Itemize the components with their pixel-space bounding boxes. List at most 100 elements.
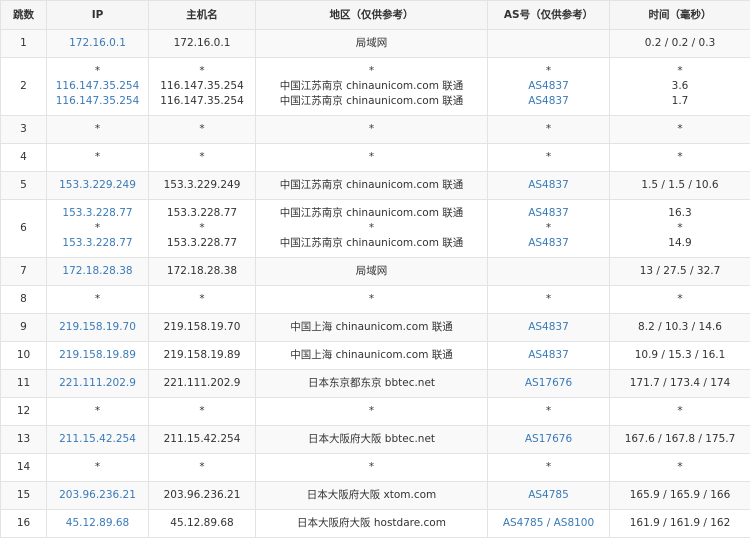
table-row: 15203.96.236.21203.96.236.21日本大阪府大阪 xtom… [1,482,750,510]
hop-number: 1 [1,36,46,51]
cell-host: *116.147.35.254116.147.35.254 [149,58,256,116]
as-value[interactable]: AS4837 [488,348,609,363]
region-value: * [256,292,487,307]
time-value: * [610,150,750,165]
ip-value[interactable]: 211.15.42.254 [47,432,148,447]
cell-host: * [149,144,256,172]
ip-value: * [47,150,148,165]
ip-value[interactable]: 153.3.228.77 [47,206,148,221]
ip-value[interactable]: 203.96.236.21 [47,488,148,503]
cell-host: 172.16.0.1 [149,30,256,58]
hop-number: 8 [1,292,46,307]
table-header-row: 跳数 IP 主机名 地区（仅供参考） AS号（仅供参考） 时间（毫秒） [1,1,750,30]
region-value: 日本大阪府大阪 xtom.com [256,488,487,503]
cell-as: AS4837 [488,342,610,370]
cell-host: 203.96.236.21 [149,482,256,510]
ip-value[interactable]: 45.12.89.68 [47,516,148,531]
cell-time: * [610,454,750,482]
cell-as: * [488,398,610,426]
region-value: 局域网 [256,36,487,51]
ip-value: * [47,460,148,475]
as-value[interactable]: AS4837 [488,94,609,109]
cell-time: 171.7 / 173.4 / 174 [610,370,750,398]
region-value: 中国上海 chinaunicom.com 联通 [256,320,487,335]
host-value: * [149,292,255,307]
cell-as: *AS4837AS4837 [488,58,610,116]
ip-value[interactable]: 116.147.35.254 [47,94,148,109]
cell-ip: 221.111.202.9 [47,370,149,398]
region-value: 中国上海 chinaunicom.com 联通 [256,348,487,363]
host-value: * [149,64,255,79]
cell-host: 45.12.89.68 [149,510,256,538]
region-value: * [256,64,487,79]
host-value: 203.96.236.21 [149,488,255,503]
cell-ip: 219.158.19.89 [47,342,149,370]
region-value: 中国江苏南京 chinaunicom.com 联通 [256,79,487,94]
cell-host: * [149,454,256,482]
ip-value[interactable]: 153.3.229.249 [47,178,148,193]
traceroute-table: 跳数 IP 主机名 地区（仅供参考） AS号（仅供参考） 时间（毫秒） 1172… [0,0,750,538]
cell-hop: 10 [1,342,47,370]
header-ip: IP [47,1,149,30]
host-value: 221.111.202.9 [149,376,255,391]
cell-ip: 172.18.28.38 [47,258,149,286]
host-value: 116.147.35.254 [149,94,255,109]
cell-host: * [149,286,256,314]
ip-value[interactable]: 116.147.35.254 [47,79,148,94]
cell-time: *3.61.7 [610,58,750,116]
time-value: 1.5 / 1.5 / 10.6 [610,178,750,193]
ip-value[interactable]: 172.18.28.38 [47,264,148,279]
ip-value[interactable]: 219.158.19.70 [47,320,148,335]
traceroute-body: 1172.16.0.1172.16.0.1局域网0.2 / 0.2 / 0.32… [1,30,750,538]
ip-value[interactable]: 219.158.19.89 [47,348,148,363]
table-row: 8***** [1,286,750,314]
as-value[interactable]: AS4785 / AS8100 [488,516,609,531]
cell-region: 局域网 [256,30,488,58]
as-value[interactable]: AS4837 [488,206,609,221]
table-row: 7172.18.28.38172.18.28.38局域网13 / 27.5 / … [1,258,750,286]
hop-number: 5 [1,178,46,193]
cell-ip: 153.3.229.249 [47,172,149,200]
ip-value[interactable]: 153.3.228.77 [47,236,148,251]
time-value: * [610,460,750,475]
region-value: * [256,404,487,419]
table-row: 9219.158.19.70219.158.19.70中国上海 chinauni… [1,314,750,342]
as-value[interactable]: AS4837 [488,320,609,335]
hop-number: 2 [1,79,46,94]
table-row: 14***** [1,454,750,482]
as-value[interactable]: AS17676 [488,432,609,447]
cell-as: AS4785 [488,482,610,510]
host-value: 172.16.0.1 [149,36,255,51]
as-value[interactable]: AS4837 [488,79,609,94]
as-value[interactable]: AS4837 [488,236,609,251]
table-row: 1172.16.0.1172.16.0.1局域网0.2 / 0.2 / 0.3 [1,30,750,58]
cell-time: 16.3*14.9 [610,200,750,258]
table-row: 3***** [1,116,750,144]
cell-host: 172.18.28.38 [149,258,256,286]
cell-region: * [256,286,488,314]
region-value: 中国江苏南京 chinaunicom.com 联通 [256,236,487,251]
cell-ip: * [47,398,149,426]
as-value[interactable]: AS4785 [488,488,609,503]
time-value: 8.2 / 10.3 / 14.6 [610,320,750,335]
header-hop: 跳数 [1,1,47,30]
ip-value[interactable]: 221.111.202.9 [47,376,148,391]
cell-region: * [256,144,488,172]
ip-value[interactable]: 172.16.0.1 [47,36,148,51]
as-value[interactable]: AS17676 [488,376,609,391]
region-value: 局域网 [256,264,487,279]
time-value: 0.2 / 0.2 / 0.3 [610,36,750,51]
hop-number: 3 [1,122,46,137]
cell-hop: 8 [1,286,47,314]
region-value: 中国江苏南京 chinaunicom.com 联通 [256,206,487,221]
table-row: 5153.3.229.249153.3.229.249中国江苏南京 chinau… [1,172,750,200]
hop-number: 12 [1,404,46,419]
ip-value: * [47,292,148,307]
cell-time: 10.9 / 15.3 / 16.1 [610,342,750,370]
cell-region: 中国上海 chinaunicom.com 联通 [256,314,488,342]
as-value[interactable]: AS4837 [488,178,609,193]
cell-time: * [610,286,750,314]
cell-hop: 11 [1,370,47,398]
cell-as: AS4837 [488,314,610,342]
hop-number: 16 [1,516,46,531]
